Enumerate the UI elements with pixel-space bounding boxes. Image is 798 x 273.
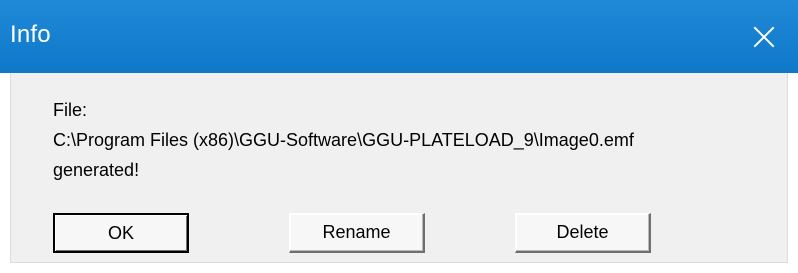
titlebar-background <box>0 0 798 73</box>
close-icon <box>753 26 775 47</box>
status-text: generated! <box>53 160 140 180</box>
message-text-block: File: C:\Program Files (x86)\GGU-Softwar… <box>53 95 773 185</box>
file-path-text: C:\Program Files (x86)\GGU-Software\GGU-… <box>53 130 634 150</box>
dialog-content: File: C:\Program Files (x86)\GGU-Softwar… <box>10 73 788 263</box>
ok-button[interactable]: OK <box>53 213 189 253</box>
message-label: File: <box>53 100 88 120</box>
close-button[interactable] <box>730 0 798 73</box>
dialog-titlebar[interactable]: Info <box>0 0 798 73</box>
dialog-title: Info <box>10 21 51 48</box>
delete-button[interactable]: Delete <box>515 213 651 253</box>
rename-button[interactable]: Rename <box>289 213 425 253</box>
info-dialog: Info File: C:\Program Files (x86)\GGU-So… <box>0 0 798 273</box>
dialog-buttons: OK Rename Delete <box>53 213 773 253</box>
